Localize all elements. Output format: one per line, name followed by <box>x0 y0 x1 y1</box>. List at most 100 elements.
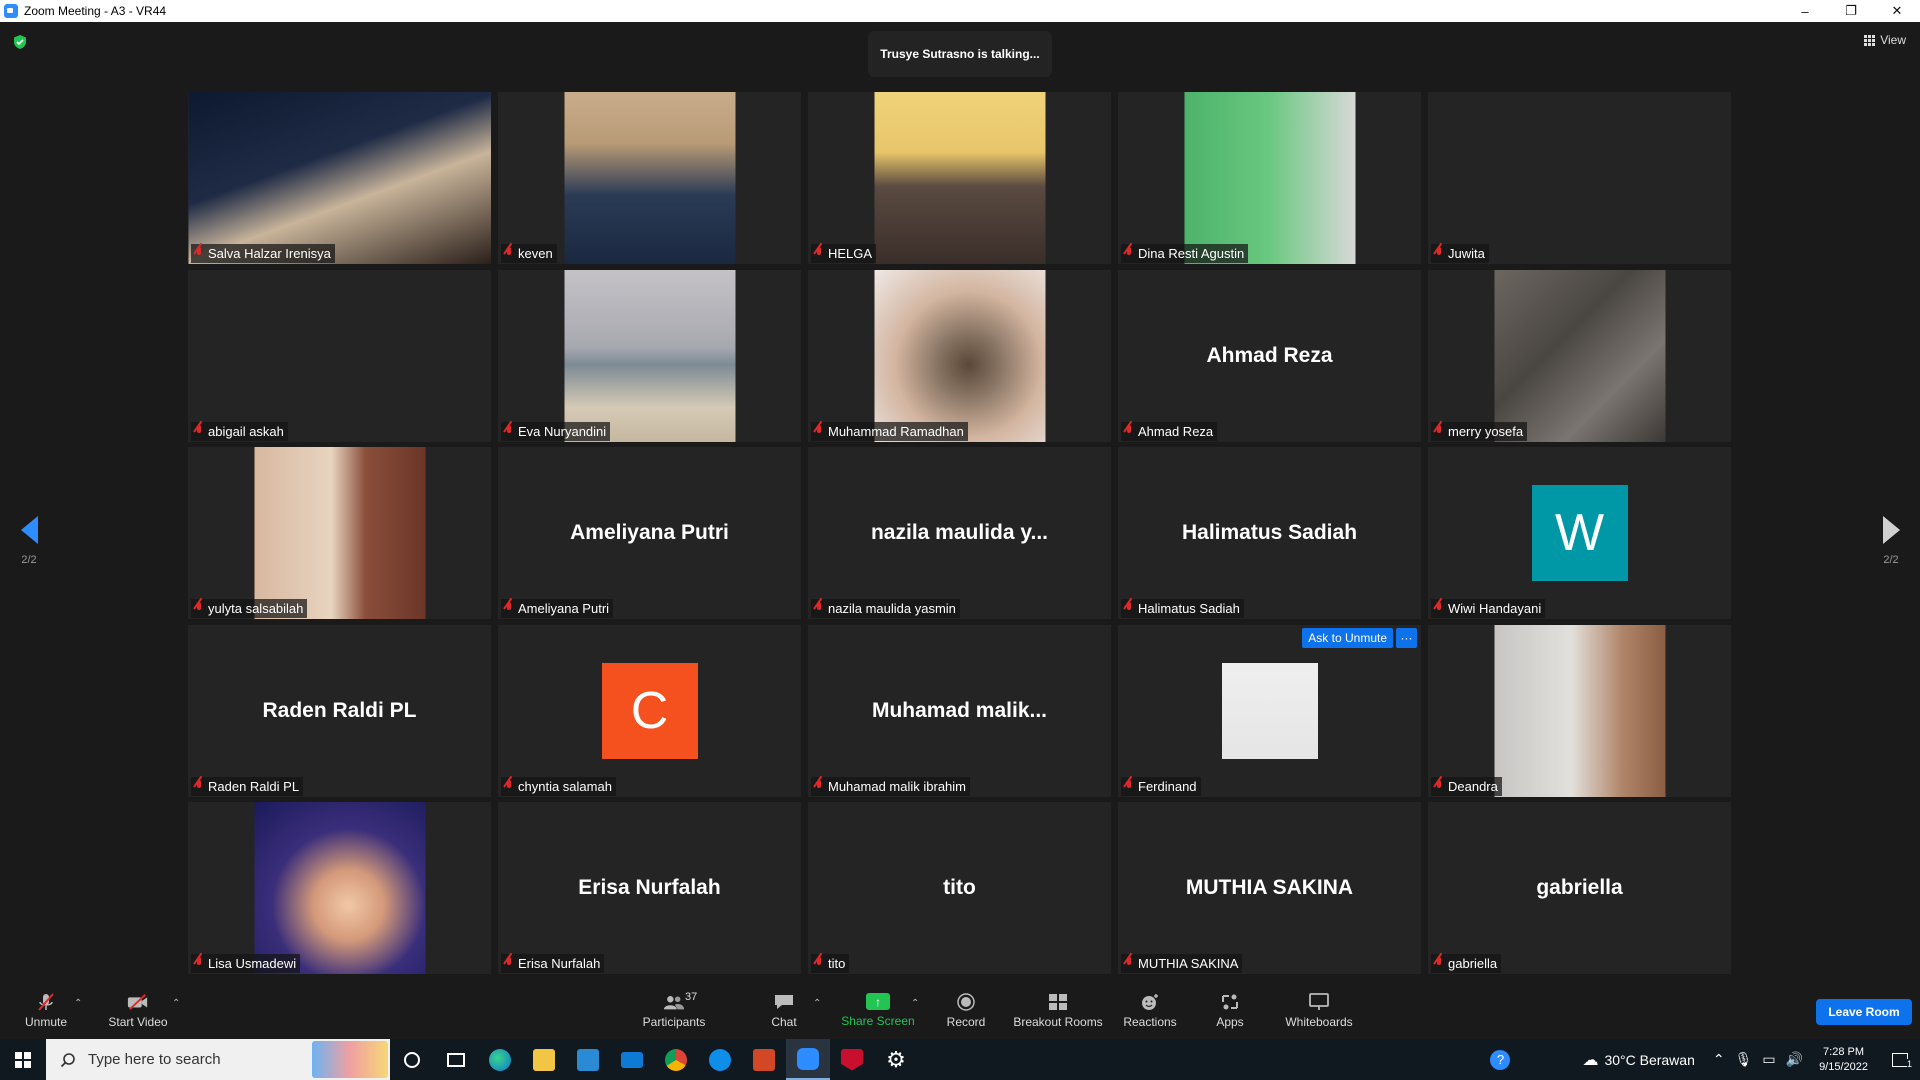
participant-tile[interactable]: yulyta salsabilah <box>188 447 491 619</box>
microsoft-store-icon[interactable] <box>566 1039 610 1080</box>
chat-options-caret-icon[interactable]: ⌃ <box>813 998 821 1009</box>
share-screen-button[interactable]: ↑ Share Screen <box>838 982 918 1039</box>
participant-name: tito <box>828 956 846 971</box>
participant-tile[interactable]: Juwita <box>1428 92 1731 264</box>
participant-tile[interactable]: Halimatus Sadiah Halimatus Sadiah <box>1118 447 1421 619</box>
restore-button[interactable]: ❐ <box>1828 0 1874 22</box>
window-title: Zoom Meeting - A3 - VR44 <box>24 4 167 18</box>
next-page-button[interactable]: 2/2 <box>1871 516 1911 596</box>
participant-tile[interactable]: Raden Raldi PL Raden Raldi PL <box>188 624 491 797</box>
breakout-rooms-button[interactable]: Breakout Rooms <box>1012 982 1104 1039</box>
close-button[interactable]: ✕ <box>1874 0 1920 22</box>
apps-button[interactable]: Apps <box>1210 982 1250 1039</box>
settings-gear-icon[interactable]: ⚙ <box>874 1039 918 1080</box>
weather-text[interactable]: 30°C Berawan <box>1604 1052 1694 1068</box>
leave-room-button[interactable]: Leave Room <box>1816 999 1912 1025</box>
unmute-button[interactable]: Unmute <box>18 982 74 1039</box>
participants-button[interactable]: 37 Participants <box>640 982 708 1039</box>
participant-tile[interactable]: Eva Nuryandini <box>498 269 801 442</box>
help-icon[interactable]: ? <box>1490 1049 1511 1070</box>
participant-tile[interactable]: nazila maulida y... nazila maulida yasmin <box>808 447 1111 619</box>
mail-icon[interactable] <box>610 1039 654 1080</box>
page-indicator-right: 2/2 <box>1883 554 1899 566</box>
windows-taskbar: Type here to search ⚙ ? ☁ 30°C Berawan ⌃… <box>0 1039 1920 1080</box>
mcafee-icon[interactable] <box>830 1039 874 1080</box>
participant-name-label: Wiwi Handayani <box>1431 599 1546 618</box>
mic-muted-icon <box>814 602 824 615</box>
start-button[interactable] <box>0 1039 46 1080</box>
participant-tile[interactable]: Ahmad Reza Ahmad Reza <box>1118 269 1421 442</box>
notification-center-icon[interactable]: 1 <box>1880 1052 1920 1069</box>
participant-tile[interactable]: keven <box>498 92 801 264</box>
mic-muted-icon <box>1124 602 1134 615</box>
mic-muted-icon <box>814 247 824 260</box>
participant-tile[interactable]: Ask to Unmute ··· Ferdinand <box>1118 624 1421 797</box>
participant-name: Lisa Usmadewi <box>208 956 297 971</box>
participant-tile[interactable]: Ameliyana Putri Ameliyana Putri <box>498 447 801 619</box>
reactions-button[interactable]: Reactions <box>1120 982 1180 1039</box>
participant-name: nazila maulida yasmin <box>828 601 956 616</box>
participant-name-label: MUTHIA SAKINA <box>1121 954 1243 973</box>
task-view-icon[interactable] <box>434 1039 478 1080</box>
powerpoint-icon[interactable] <box>742 1039 786 1080</box>
network-icon[interactable]: ▭ <box>1762 1051 1775 1068</box>
participant-tile[interactable]: Salva Halzar Irenisya <box>188 92 491 264</box>
participant-video <box>1494 269 1665 442</box>
participant-tile[interactable]: Dina Resti Agustin <box>1118 92 1421 264</box>
participant-tile[interactable]: HELGA <box>808 92 1111 264</box>
microphone-icon[interactable]: 🎙 <box>1735 1051 1753 1068</box>
participant-name-label: HELGA <box>811 244 877 263</box>
zoom-taskbar-icon[interactable] <box>786 1039 830 1080</box>
participant-name: Erisa Nurfalah <box>518 956 601 971</box>
ask-to-unmute-button[interactable]: Ask to Unmute <box>1302 627 1393 648</box>
participant-tile[interactable]: Lisa Usmadewi <box>188 802 491 974</box>
participant-tile[interactable]: Muhamad malik... Muhamad malik ibrahim <box>808 624 1111 797</box>
chat-bubble-icon <box>775 994 793 1009</box>
chat-button[interactable]: Chat <box>762 982 806 1039</box>
participant-tile[interactable]: Muhammad Ramadhan <box>808 269 1111 442</box>
participant-more-button[interactable]: ··· <box>1396 627 1417 648</box>
view-button[interactable]: View <box>1864 33 1906 47</box>
chrome-icon[interactable] <box>654 1039 698 1080</box>
participant-name: Deandra <box>1448 778 1498 794</box>
mic-muted-icon <box>1434 602 1444 615</box>
participant-tile[interactable]: gabriella gabriella <box>1428 802 1731 974</box>
file-explorer-icon[interactable] <box>522 1039 566 1080</box>
clock[interactable]: 7:28 PM 9/15/2022 <box>1819 1045 1868 1075</box>
participant-tile[interactable]: Erisa Nurfalah Erisa Nurfalah <box>498 802 801 974</box>
start-video-label: Start Video <box>108 1014 168 1029</box>
participant-name: merry yosefa <box>1448 423 1524 439</box>
whiteboards-button[interactable]: Whiteboards <box>1282 982 1356 1039</box>
taskbar-search-box[interactable]: Type here to search <box>46 1039 390 1080</box>
share-options-caret-icon[interactable]: ⌃ <box>911 998 919 1009</box>
participant-avatar: C <box>601 662 698 759</box>
participant-tile[interactable]: tito tito <box>808 802 1111 974</box>
participant-tile[interactable]: Deandra <box>1428 624 1731 797</box>
participant-name: abigail askah <box>208 423 284 439</box>
gallery-grid: Salva Halzar Irenisya keven HELGA Dina Rest… <box>188 92 1732 974</box>
encryption-shield-icon[interactable] <box>12 34 28 50</box>
minimize-button[interactable]: – <box>1782 0 1828 22</box>
volume-icon[interactable]: 🔊 <box>1786 1051 1803 1068</box>
window-title-bar: Zoom Meeting - A3 - VR44 – ❐ ✕ <box>0 0 1920 22</box>
participant-tile[interactable]: MUTHIA SAKINA MUTHIA SAKINA <box>1118 802 1421 974</box>
edge-browser-icon[interactable] <box>478 1039 522 1080</box>
tray-chevron-up-icon[interactable]: ⌃ <box>1713 1051 1725 1068</box>
start-video-button[interactable]: Start Video <box>104 982 172 1039</box>
cortana-icon[interactable] <box>390 1039 434 1080</box>
whiteboards-label: Whiteboards <box>1285 1014 1353 1029</box>
mic-muted-icon <box>504 779 514 793</box>
mic-muted-icon <box>194 779 204 793</box>
participant-tile[interactable]: Cchyntia salamah <box>498 624 801 797</box>
meeting-toolbar: Unmute ⌃ Start Video ⌃ 37 Participants C… <box>0 982 1920 1039</box>
record-button[interactable]: Record <box>940 982 992 1039</box>
weather-cloud-icon[interactable]: ☁ <box>1582 1050 1598 1070</box>
previous-page-button[interactable]: 2/2 <box>9 516 49 596</box>
participant-tile[interactable]: abigail askah <box>188 269 491 442</box>
participant-tile[interactable]: W Wiwi Handayani <box>1428 447 1731 619</box>
participant-tile[interactable]: merry yosefa <box>1428 269 1731 442</box>
audio-options-caret-icon[interactable]: ⌃ <box>74 998 82 1009</box>
video-options-caret-icon[interactable]: ⌃ <box>172 998 180 1009</box>
participant-display-name: MUTHIA SAKINA <box>1185 876 1354 899</box>
teamviewer-icon[interactable] <box>698 1039 742 1080</box>
